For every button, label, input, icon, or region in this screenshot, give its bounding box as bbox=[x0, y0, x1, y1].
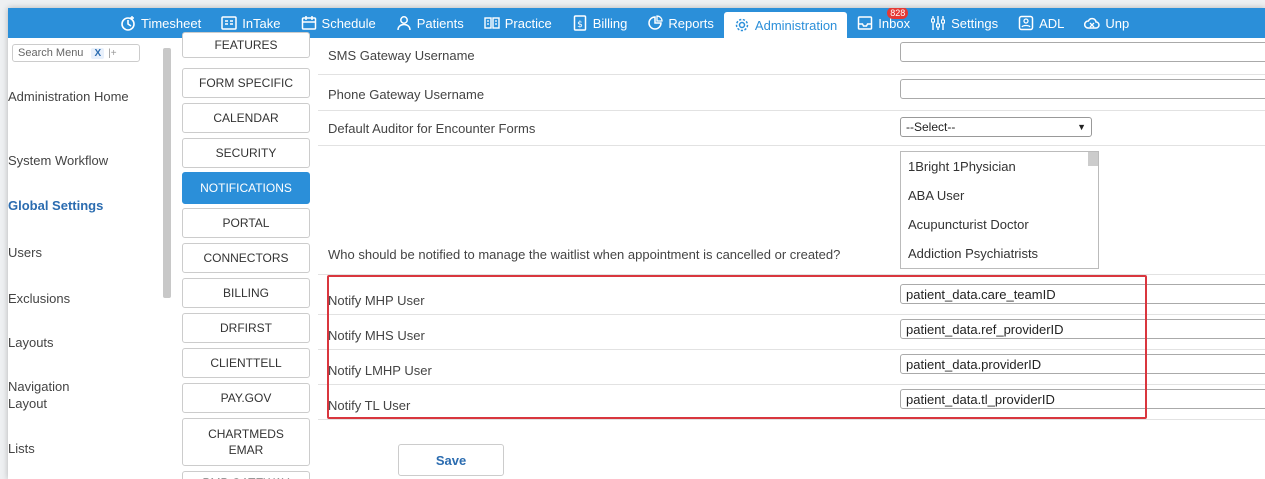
notify-mhp-label: Notify MHP User bbox=[328, 293, 425, 308]
reports-icon bbox=[648, 15, 664, 30]
sms-gateway-username-input[interactable] bbox=[900, 42, 1265, 62]
sidebar-item-layouts[interactable]: Layouts bbox=[8, 334, 158, 351]
category-pay-gov[interactable]: PAY.GOV bbox=[182, 383, 310, 413]
nav-patients[interactable]: Patients bbox=[386, 8, 474, 38]
sidebar-scrollbar[interactable] bbox=[163, 48, 171, 298]
notify-mhp-input[interactable]: patient_data.care_teamID bbox=[900, 284, 1265, 304]
category-clienttell[interactable]: CLIENTTELL bbox=[182, 348, 310, 378]
list-item[interactable]: Acupuncturist Doctor bbox=[901, 210, 1098, 239]
sidebar-item-users[interactable]: Users bbox=[8, 244, 158, 261]
svg-text:$: $ bbox=[577, 20, 583, 30]
notify-tl-label: Notify TL User bbox=[328, 398, 411, 413]
setting-row-auditor: Default Auditor for Encounter Forms --Se… bbox=[318, 111, 1265, 146]
category-calendar[interactable]: CALENDAR bbox=[182, 103, 310, 133]
setting-row-phone: Phone Gateway Username bbox=[318, 75, 1265, 111]
notify-mhs-input[interactable]: patient_data.ref_providerID bbox=[900, 319, 1265, 339]
sidebar-item-exclusions[interactable]: Exclusions bbox=[8, 290, 158, 307]
setting-row-sms: SMS Gateway Username bbox=[318, 38, 1265, 75]
category-portal[interactable]: PORTAL bbox=[182, 208, 310, 238]
nav-reports[interactable]: Reports bbox=[637, 8, 724, 38]
nav-administration[interactable]: Administration bbox=[723, 12, 848, 38]
inbox-count-badge: 828 bbox=[887, 8, 909, 19]
inbox-icon bbox=[858, 16, 873, 30]
waitlist-notify-label: Who should be notified to manage the wai… bbox=[328, 247, 841, 262]
nav-adl[interactable]: ADL bbox=[1008, 8, 1074, 38]
admin-sidebar: Search Menu X |+ Administration Home Sys… bbox=[8, 38, 173, 479]
waitlist-notify-multiselect[interactable]: 1Bright 1Physician ABA User Acupuncturis… bbox=[900, 151, 1099, 269]
adl-icon bbox=[1018, 15, 1034, 31]
practice-icon bbox=[484, 17, 500, 29]
default-auditor-value: --Select-- bbox=[906, 120, 956, 134]
setting-row-waitlist: Who should be notified to manage the wai… bbox=[318, 146, 1265, 275]
category-security[interactable]: SECURITY bbox=[182, 138, 310, 168]
sliders-icon bbox=[931, 16, 946, 30]
nav-timesheet[interactable]: Timesheet bbox=[8, 8, 211, 38]
setting-row-notify-lmhp: Notify LMHP User patient_data.providerID bbox=[318, 350, 1265, 385]
nav-inbox[interactable]: Inbox 828 bbox=[847, 8, 920, 38]
save-button[interactable]: Save bbox=[398, 444, 504, 476]
sidebar-item-administration-home[interactable]: Administration Home bbox=[8, 88, 158, 105]
category-pmp-gateway[interactable]: PMP GATEWAY bbox=[182, 471, 310, 479]
default-auditor-label: Default Auditor for Encounter Forms bbox=[328, 121, 536, 136]
notify-tl-input[interactable]: patient_data.tl_providerID bbox=[900, 389, 1265, 409]
calendar-icon bbox=[301, 16, 316, 30]
sidebar-item-system-workflow[interactable]: System Workflow bbox=[8, 152, 158, 169]
category-form-specific[interactable]: FORM SPECIFIC bbox=[182, 68, 310, 98]
list-item[interactable]: Addiction Psychiatrists bbox=[901, 239, 1098, 268]
notification-settings-panel: SMS Gateway Username Phone Gateway Usern… bbox=[318, 38, 1265, 479]
nav-practice[interactable]: Practice bbox=[474, 8, 562, 38]
search-menu-input[interactable]: Search Menu X |+ bbox=[12, 44, 140, 62]
pin-menu-button[interactable]: |+ bbox=[108, 48, 116, 59]
chevron-down-icon: ▼ bbox=[1077, 122, 1086, 132]
notify-mhs-label: Notify MHS User bbox=[328, 328, 425, 343]
clear-search-button[interactable]: X bbox=[91, 47, 105, 59]
sidebar-item-global-settings[interactable]: Global Settings bbox=[8, 197, 158, 214]
search-menu-placeholder: Search Menu bbox=[18, 47, 84, 59]
category-connectors[interactable]: CONNECTORS bbox=[182, 243, 310, 273]
default-auditor-select[interactable]: --Select-- ▼ bbox=[900, 117, 1092, 137]
notify-lmhp-label: Notify LMHP User bbox=[328, 363, 432, 378]
category-chartmeds-emar[interactable]: CHARTMEDS EMAR bbox=[182, 418, 310, 466]
app-window: Timesheet InTake Schedule Patients Pract… bbox=[8, 8, 1265, 479]
billing-icon: $ bbox=[573, 15, 586, 31]
setting-row-notify-mhs: Notify MHS User patient_data.ref_provide… bbox=[318, 315, 1265, 350]
setting-row-notify-mhp: Notify MHP User patient_data.care_teamID bbox=[318, 280, 1265, 315]
listbox-scrollbar[interactable] bbox=[1088, 152, 1098, 166]
gear-icon bbox=[735, 18, 749, 32]
category-features[interactable]: FEATURES bbox=[182, 32, 310, 58]
nav-billing[interactable]: $ Billing bbox=[562, 8, 638, 38]
phone-gateway-label: Phone Gateway Username bbox=[328, 87, 485, 102]
category-notifications[interactable]: NOTIFICATIONS bbox=[182, 172, 310, 204]
category-billing[interactable]: BILLING bbox=[182, 278, 310, 308]
notify-lmhp-input[interactable]: patient_data.providerID bbox=[900, 354, 1265, 374]
sidebar-item-navigation-layout[interactable]: Navigation Layout bbox=[8, 378, 108, 412]
person-icon bbox=[397, 16, 411, 31]
list-item[interactable]: 1Bright 1Physician bbox=[901, 152, 1098, 181]
nav-settings[interactable]: Settings bbox=[920, 8, 1008, 38]
setting-row-notify-tl: Notify TL User patient_data.tl_providerI… bbox=[318, 385, 1265, 420]
sidebar-item-lists[interactable]: Lists bbox=[8, 440, 158, 457]
nav-unp[interactable]: Unp bbox=[1074, 8, 1139, 38]
category-drfirst[interactable]: DRFIRST bbox=[182, 313, 310, 343]
intake-icon bbox=[221, 16, 237, 30]
cloud-icon bbox=[1084, 17, 1101, 29]
list-item[interactable]: ABA User bbox=[901, 181, 1098, 210]
timesheet-icon bbox=[121, 16, 135, 31]
phone-gateway-username-input[interactable] bbox=[900, 79, 1265, 99]
sms-gateway-label: SMS Gateway Username bbox=[328, 48, 475, 63]
